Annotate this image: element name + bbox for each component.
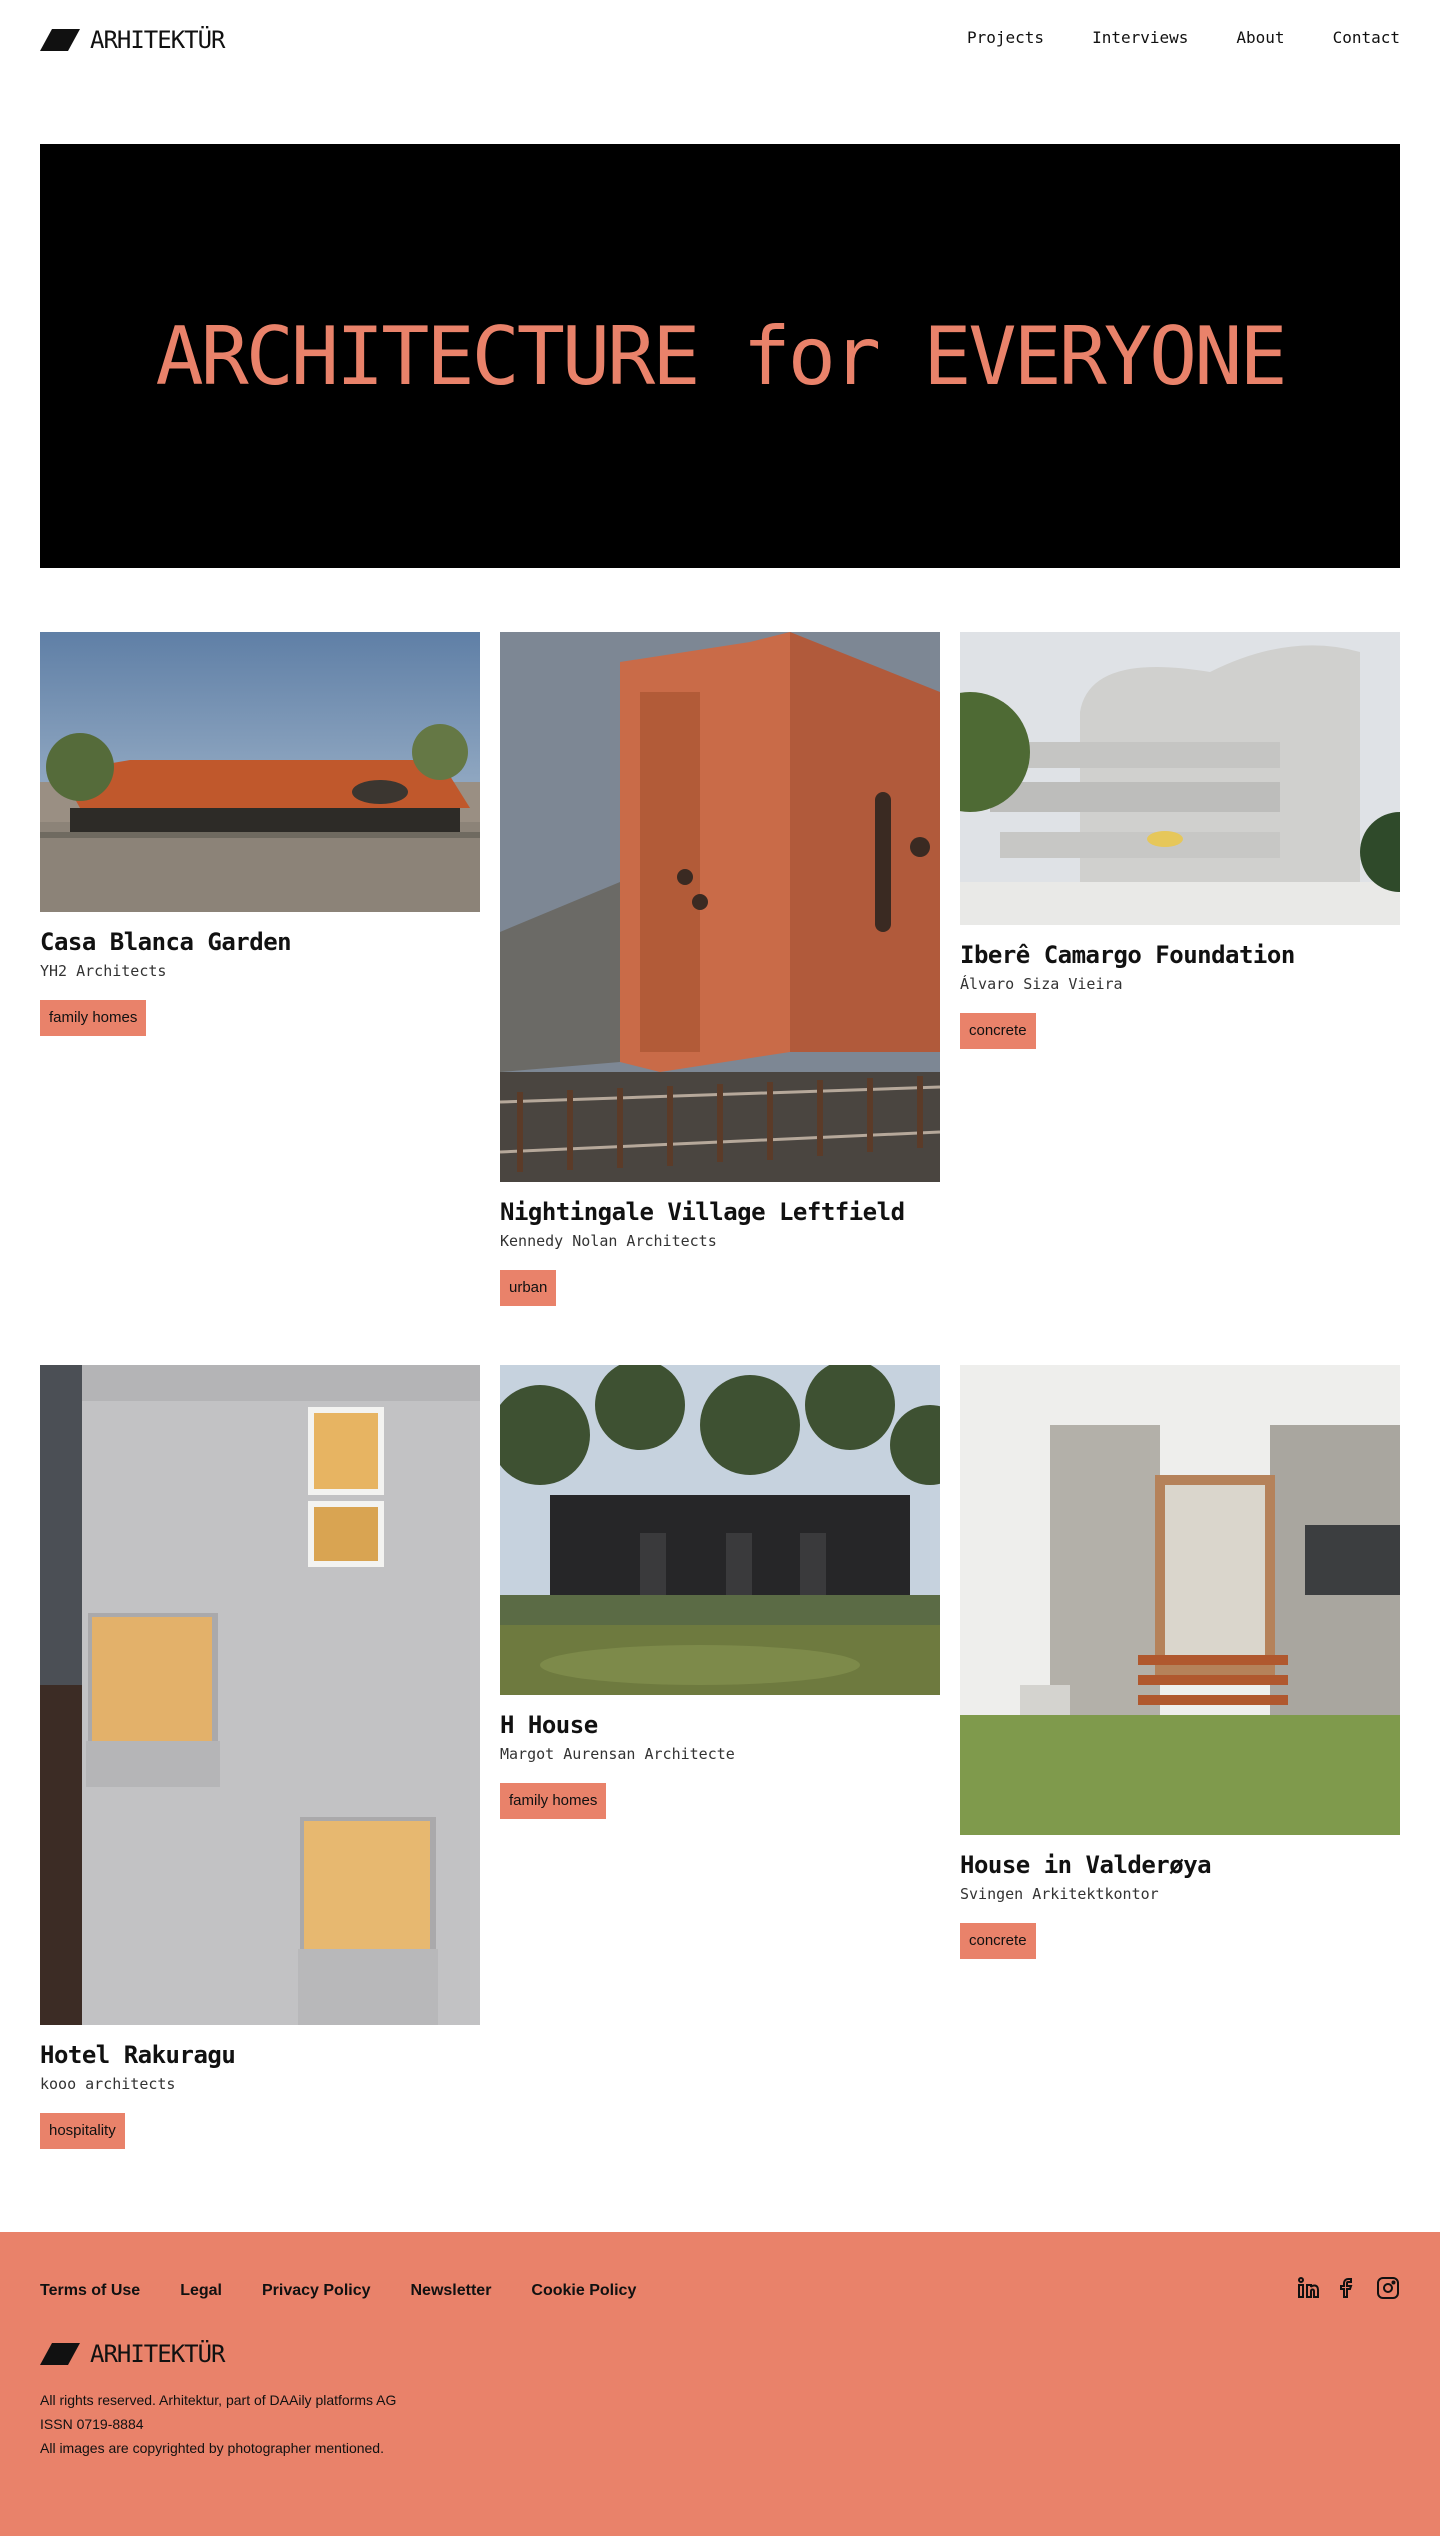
project-tag[interactable]: family homes bbox=[500, 1783, 607, 1819]
footer-link-legal[interactable]: Legal bbox=[180, 2282, 222, 2300]
project-image-tiled-roof-pavilion[interactable] bbox=[40, 632, 480, 912]
project-architect: Álvaro Siza Vieira bbox=[960, 975, 1123, 993]
project-architect: kooo architects bbox=[40, 2075, 176, 2093]
project-architect: Kennedy Nolan Architects bbox=[500, 1232, 717, 1250]
issn-text: ISSN 0719-8884 bbox=[40, 2416, 144, 2432]
project-architect: Margot Aurensan Architecte bbox=[500, 1745, 735, 1763]
footer-info: All rights reserved. Arhitektur, part of… bbox=[40, 2388, 396, 2460]
nav-item-interviews[interactable]: Interviews bbox=[1092, 28, 1188, 47]
footer-link-terms[interactable]: Terms of Use bbox=[40, 2282, 140, 2300]
instagram-icon[interactable] bbox=[1376, 2276, 1400, 2300]
project-title[interactable]: H House bbox=[500, 1711, 940, 1739]
project-architect: YH2 Architects bbox=[40, 962, 167, 980]
hero-headline: ARCHITECTURE for EVERYONE bbox=[155, 309, 1287, 403]
project-card[interactable]: Casa Blanca Garden YH2 Architects family… bbox=[40, 632, 480, 1036]
project-tag[interactable]: family homes bbox=[40, 1000, 147, 1036]
site-header: ARHITEKTÜR Projects Interviews About Con… bbox=[0, 0, 1440, 80]
project-card[interactable]: Nightingale Village Leftfield Kennedy No… bbox=[500, 632, 940, 1306]
hero-banner: ARCHITECTURE for EVERYONE bbox=[40, 144, 1400, 568]
project-title[interactable]: Nightingale Village Leftfield bbox=[500, 1198, 940, 1226]
project-image-terracotta-apartment-building[interactable] bbox=[500, 632, 940, 1182]
project-tag[interactable]: hospitality bbox=[40, 2113, 125, 2149]
project-card[interactable]: Hotel Rakuragu kooo architects hospitali… bbox=[40, 1365, 480, 2149]
project-title[interactable]: Casa Blanca Garden bbox=[40, 928, 480, 956]
main-nav: Projects Interviews About Contact bbox=[967, 28, 1400, 47]
project-tag[interactable]: concrete bbox=[960, 1923, 1036, 1959]
project-image-concrete-cabin[interactable] bbox=[960, 1365, 1400, 1835]
linkedin-icon[interactable] bbox=[1296, 2276, 1320, 2300]
project-tag[interactable]: concrete bbox=[960, 1013, 1036, 1049]
project-image-black-timber-house[interactable] bbox=[500, 1365, 940, 1695]
nav-item-projects[interactable]: Projects bbox=[967, 28, 1044, 47]
footer-link-newsletter[interactable]: Newsletter bbox=[411, 2282, 492, 2300]
brand-logo[interactable]: ARHITEKTÜR bbox=[40, 26, 225, 54]
nav-item-about[interactable]: About bbox=[1236, 28, 1284, 47]
facebook-icon[interactable] bbox=[1336, 2276, 1360, 2300]
project-tag[interactable]: urban bbox=[500, 1270, 557, 1306]
site-footer: Terms of Use Legal Privacy Policy Newsle… bbox=[0, 2232, 1440, 2536]
project-title[interactable]: House in Valderøya bbox=[960, 1851, 1400, 1879]
social-links bbox=[1296, 2276, 1400, 2300]
project-image-grey-hotel-facade[interactable] bbox=[40, 1365, 480, 2025]
logo-mark-icon bbox=[40, 2343, 80, 2365]
project-card[interactable]: H House Margot Aurensan Architecte famil… bbox=[500, 1365, 940, 1819]
footer-brand-logo[interactable]: ARHITEKTÜR bbox=[40, 2340, 225, 2368]
nav-item-contact[interactable]: Contact bbox=[1333, 28, 1400, 47]
footer-link-privacy[interactable]: Privacy Policy bbox=[262, 2282, 371, 2300]
copyright-text: All rights reserved. Arhitektur, part of… bbox=[40, 2392, 397, 2408]
image-credit-text: All images are copyrighted by photograph… bbox=[40, 2440, 384, 2456]
project-title[interactable]: Iberê Camargo Foundation bbox=[960, 941, 1400, 969]
project-architect: Svingen Arkitektkontor bbox=[960, 1885, 1159, 1903]
logo-mark-icon bbox=[40, 29, 80, 51]
brand-name: ARHITEKTÜR bbox=[90, 26, 225, 54]
footer-brand-name: ARHITEKTÜR bbox=[90, 2340, 225, 2368]
project-card[interactable]: Iberê Camargo Foundation Álvaro Siza Vie… bbox=[960, 632, 1400, 1049]
project-card[interactable]: House in Valderøya Svingen Arkitektkonto… bbox=[960, 1365, 1400, 1959]
footer-link-cookies[interactable]: Cookie Policy bbox=[531, 2282, 636, 2300]
project-image-white-concrete-museum[interactable] bbox=[960, 632, 1400, 925]
footer-nav: Terms of Use Legal Privacy Policy Newsle… bbox=[40, 2282, 636, 2300]
project-title[interactable]: Hotel Rakuragu bbox=[40, 2041, 480, 2069]
